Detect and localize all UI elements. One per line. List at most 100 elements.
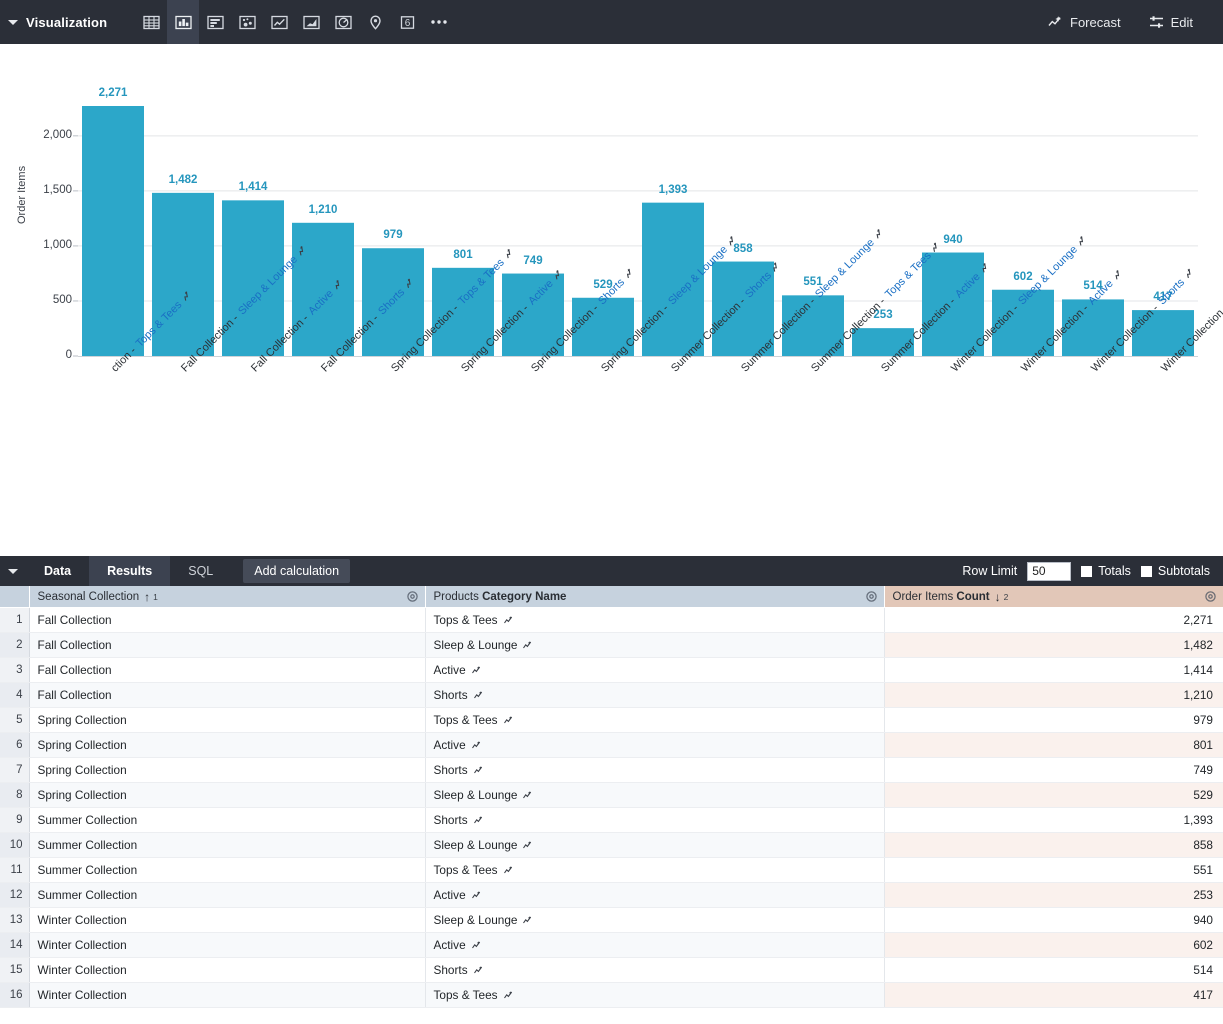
cell-seasonal-collection[interactable]: Spring Collection bbox=[29, 783, 425, 808]
column-header-products-category-name[interactable]: Products Category Name bbox=[425, 586, 884, 608]
column-header-order-items-count[interactable]: Order Items Count ↓ 2 bbox=[884, 586, 1223, 608]
visualization-collapse-toggle[interactable] bbox=[0, 0, 26, 44]
cell-seasonal-collection[interactable]: Spring Collection bbox=[29, 733, 425, 758]
bar[interactable] bbox=[152, 193, 214, 356]
table-row[interactable]: 8Spring CollectionSleep & Lounge529 bbox=[0, 783, 1223, 808]
drill-icon[interactable] bbox=[472, 888, 482, 902]
drill-icon[interactable] bbox=[504, 863, 514, 877]
cell-seasonal-collection[interactable]: Summer Collection bbox=[29, 833, 425, 858]
cell-category-name[interactable]: Active bbox=[425, 658, 884, 683]
cell-category-name[interactable]: Sleep & Lounge bbox=[425, 633, 884, 658]
totals-checkbox[interactable]: Totals bbox=[1081, 564, 1131, 578]
single-value-icon[interactable]: 6 bbox=[391, 0, 423, 44]
cell-seasonal-collection[interactable]: Winter Collection bbox=[29, 983, 425, 1008]
tab-sql[interactable]: SQL bbox=[170, 556, 231, 586]
table-row[interactable]: 16Winter CollectionTops & Tees417 bbox=[0, 983, 1223, 1008]
cell-category-name[interactable]: Tops & Tees bbox=[425, 858, 884, 883]
tab-results[interactable]: Results bbox=[89, 556, 170, 586]
drill-icon[interactable] bbox=[474, 813, 484, 827]
cell-order-items-count[interactable]: 514 bbox=[884, 958, 1223, 983]
table-row[interactable]: 14Winter CollectionActive602 bbox=[0, 933, 1223, 958]
cell-seasonal-collection[interactable]: Spring Collection bbox=[29, 758, 425, 783]
table-row[interactable]: 3Fall CollectionActive1,414 bbox=[0, 658, 1223, 683]
cell-category-name[interactable]: Shorts bbox=[425, 808, 884, 833]
subtotals-checkbox[interactable]: Subtotals bbox=[1141, 564, 1210, 578]
cell-category-name[interactable]: Active bbox=[425, 883, 884, 908]
drill-icon[interactable] bbox=[472, 938, 482, 952]
results-table-wrapper[interactable]: Seasonal Collection ↑ 1 Products Categor… bbox=[0, 586, 1223, 1024]
cell-category-name[interactable]: Shorts bbox=[425, 683, 884, 708]
cell-order-items-count[interactable]: 749 bbox=[884, 758, 1223, 783]
cell-seasonal-collection[interactable]: Winter Collection bbox=[29, 933, 425, 958]
table-row[interactable]: 13Winter CollectionSleep & Lounge940 bbox=[0, 908, 1223, 933]
cell-order-items-count[interactable]: 1,482 bbox=[884, 633, 1223, 658]
gear-icon[interactable] bbox=[406, 590, 419, 603]
column-chart-icon[interactable] bbox=[167, 0, 199, 44]
bar[interactable] bbox=[82, 106, 144, 356]
cell-order-items-count[interactable]: 979 bbox=[884, 708, 1223, 733]
cell-order-items-count[interactable]: 551 bbox=[884, 858, 1223, 883]
cell-order-items-count[interactable]: 1,414 bbox=[884, 658, 1223, 683]
cell-order-items-count[interactable]: 602 bbox=[884, 933, 1223, 958]
cell-order-items-count[interactable]: 529 bbox=[884, 783, 1223, 808]
drill-icon[interactable] bbox=[472, 663, 482, 677]
cell-seasonal-collection[interactable]: Summer Collection bbox=[29, 858, 425, 883]
scatter-plot-icon[interactable] bbox=[231, 0, 263, 44]
drill-icon[interactable] bbox=[523, 913, 533, 927]
drill-icon[interactable] bbox=[523, 788, 533, 802]
cell-category-name[interactable]: Sleep & Lounge bbox=[425, 783, 884, 808]
cell-category-name[interactable]: Shorts bbox=[425, 958, 884, 983]
table-row[interactable]: 12Summer CollectionActive253 bbox=[0, 883, 1223, 908]
cell-category-name[interactable]: Tops & Tees bbox=[425, 983, 884, 1008]
bar-chart-icon[interactable] bbox=[199, 0, 231, 44]
drill-icon[interactable] bbox=[523, 638, 533, 652]
drill-icon[interactable] bbox=[504, 613, 514, 627]
cell-seasonal-collection[interactable]: Winter Collection bbox=[29, 958, 425, 983]
cell-seasonal-collection[interactable]: Fall Collection bbox=[29, 608, 425, 633]
table-row[interactable]: 10Summer CollectionSleep & Lounge858 bbox=[0, 833, 1223, 858]
cell-order-items-count[interactable]: 2,271 bbox=[884, 608, 1223, 633]
table-row[interactable]: 1Fall CollectionTops & Tees2,271 bbox=[0, 608, 1223, 633]
cell-category-name[interactable]: Tops & Tees bbox=[425, 608, 884, 633]
line-chart-icon[interactable] bbox=[263, 0, 295, 44]
cell-seasonal-collection[interactable]: Fall Collection bbox=[29, 683, 425, 708]
cell-seasonal-collection[interactable]: Spring Collection bbox=[29, 708, 425, 733]
cell-category-name[interactable]: Tops & Tees bbox=[425, 708, 884, 733]
cell-order-items-count[interactable]: 417 bbox=[884, 983, 1223, 1008]
table-row[interactable]: 6Spring CollectionActive801 bbox=[0, 733, 1223, 758]
drill-icon[interactable] bbox=[523, 838, 533, 852]
sort-ascending-icon[interactable]: ↑ bbox=[144, 590, 150, 604]
table-row[interactable]: 4Fall CollectionShorts1,210 bbox=[0, 683, 1223, 708]
cell-seasonal-collection[interactable]: Summer Collection bbox=[29, 808, 425, 833]
table-row[interactable]: 9Summer CollectionShorts1,393 bbox=[0, 808, 1223, 833]
cell-category-name[interactable]: Sleep & Lounge bbox=[425, 908, 884, 933]
table-row[interactable]: 7Spring CollectionShorts749 bbox=[0, 758, 1223, 783]
table-row[interactable]: 15Winter CollectionShorts514 bbox=[0, 958, 1223, 983]
cell-order-items-count[interactable]: 858 bbox=[884, 833, 1223, 858]
table-row[interactable]: 5Spring CollectionTops & Tees979 bbox=[0, 708, 1223, 733]
cell-order-items-count[interactable]: 1,210 bbox=[884, 683, 1223, 708]
area-chart-icon[interactable] bbox=[295, 0, 327, 44]
drill-icon[interactable] bbox=[504, 988, 514, 1002]
cell-category-name[interactable]: Active bbox=[425, 933, 884, 958]
add-calculation-button[interactable]: Add calculation bbox=[243, 559, 350, 583]
drill-icon[interactable] bbox=[474, 763, 484, 777]
cell-category-name[interactable]: Shorts bbox=[425, 758, 884, 783]
cell-order-items-count[interactable]: 801 bbox=[884, 733, 1223, 758]
sort-descending-icon[interactable]: ↓ bbox=[995, 590, 1001, 604]
table-icon[interactable] bbox=[135, 0, 167, 44]
column-header-seasonal-collection[interactable]: Seasonal Collection ↑ 1 bbox=[29, 586, 425, 608]
pie-chart-icon[interactable] bbox=[327, 0, 359, 44]
cell-seasonal-collection[interactable]: Fall Collection bbox=[29, 633, 425, 658]
cell-seasonal-collection[interactable]: Winter Collection bbox=[29, 908, 425, 933]
drill-icon[interactable] bbox=[472, 738, 482, 752]
cell-category-name[interactable]: Sleep & Lounge bbox=[425, 833, 884, 858]
map-pin-icon[interactable] bbox=[359, 0, 391, 44]
cell-category-name[interactable]: Active bbox=[425, 733, 884, 758]
cell-order-items-count[interactable]: 940 bbox=[884, 908, 1223, 933]
gear-icon[interactable] bbox=[1204, 590, 1217, 603]
gear-icon[interactable] bbox=[865, 590, 878, 603]
drill-icon[interactable] bbox=[504, 713, 514, 727]
cell-seasonal-collection[interactable]: Fall Collection bbox=[29, 658, 425, 683]
table-row[interactable]: 2Fall CollectionSleep & Lounge1,482 bbox=[0, 633, 1223, 658]
